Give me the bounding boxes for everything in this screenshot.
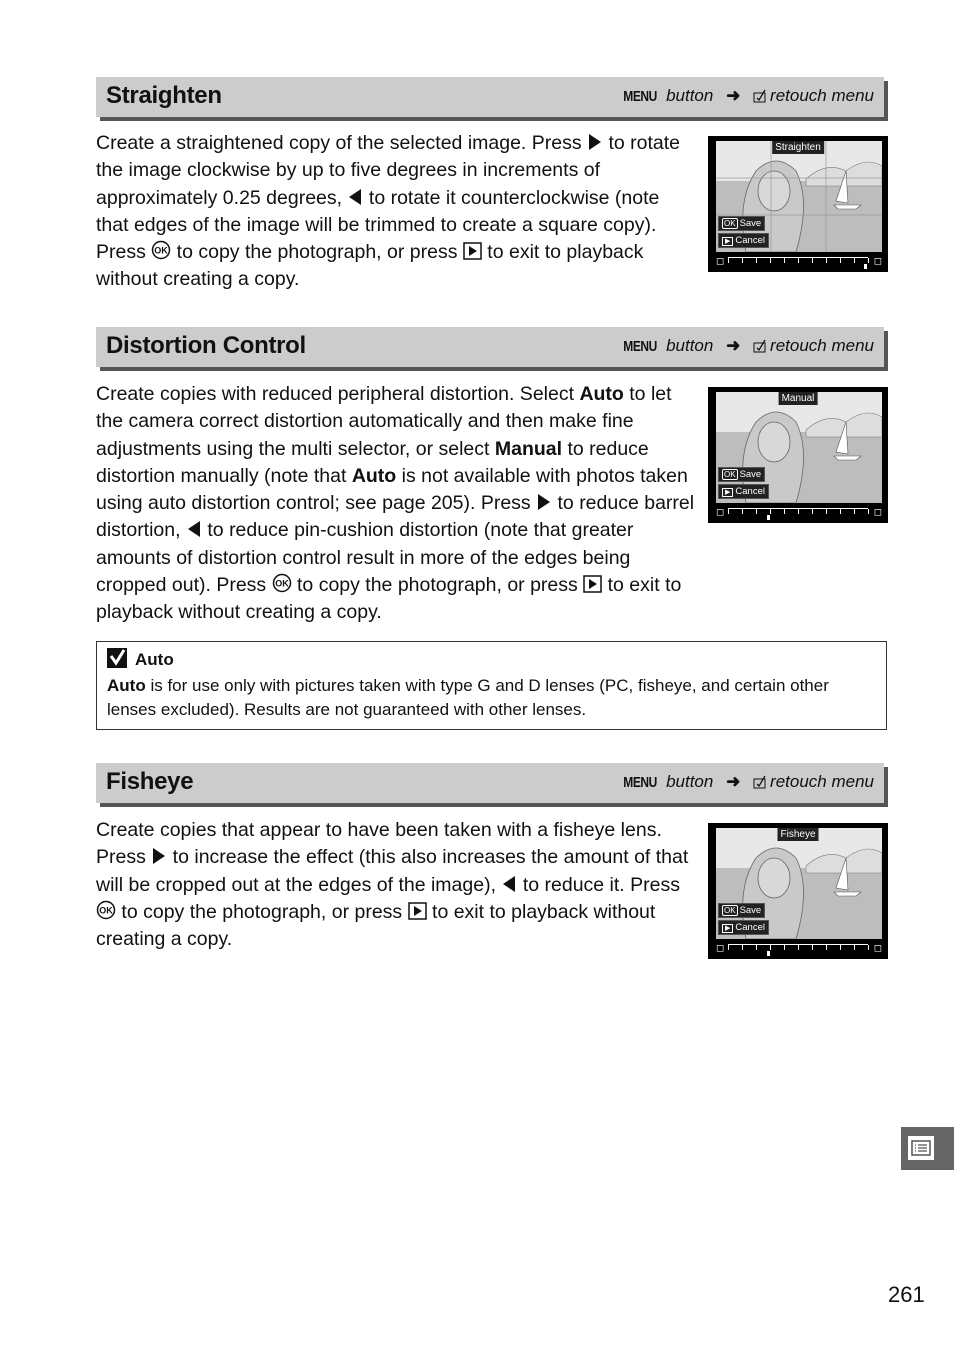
page-number: 261 [888, 1282, 925, 1307]
menu-button-label: MENU [623, 338, 658, 355]
camera-screen-fisheye: Fisheye OK Save ▶ Cancel ◻ ◻ [708, 823, 888, 959]
bold-term: Auto [351, 464, 397, 487]
section-paragraph: Create a straightened copy of the select… [96, 132, 680, 291]
svg-text:OK: OK [155, 246, 169, 256]
slider-indicator [767, 951, 771, 956]
section-header-fisheye: Fisheye MENU button ➜ retouch menu [96, 763, 884, 803]
cancel-option: ▶ Cancel [718, 233, 769, 248]
note-text: Auto is for use only with pictures taken… [107, 676, 829, 719]
ok-button-icon: OK [272, 573, 291, 593]
ok-button-icon: OK [152, 240, 171, 260]
arrow-icon: ➜ [726, 772, 741, 791]
cancel-option: ▶ Cancel [718, 484, 769, 499]
save-label: Save [739, 218, 762, 229]
menu-button-label: MENU [623, 774, 658, 791]
slider-indicator [863, 264, 867, 269]
menu-list-icon [908, 1136, 934, 1160]
bold-term: Auto [579, 383, 624, 405]
right-arrow-icon [589, 134, 602, 150]
playback-button-icon [463, 242, 482, 260]
camera-screen-straighten: Straighten OK Save ▶ Cancel ◻ ◻ [708, 136, 888, 272]
save-option: OK Save [718, 467, 766, 482]
slider-max-icon: ◻ [873, 507, 882, 518]
slider-max-icon: ◻ [873, 943, 882, 954]
save-option: OK Save [718, 216, 766, 231]
menu-button-label: MENU [623, 88, 658, 105]
menu-name: retouch menu [770, 86, 874, 105]
cancel-label: Cancel [735, 235, 765, 246]
left-arrow-icon [187, 521, 200, 538]
note-title: Auto [107, 648, 174, 670]
button-word: button [666, 86, 714, 105]
playback-glyph: ▶ [722, 237, 734, 246]
retouch-menu-icon [753, 775, 766, 789]
section-title: Distortion Control [106, 332, 306, 359]
cancel-label: Cancel [735, 922, 765, 933]
check-note-icon [107, 648, 127, 668]
ok-glyph: OK [722, 469, 738, 480]
slider-max-icon: ◻ [873, 256, 882, 267]
bold-term: Manual [494, 437, 563, 460]
cancel-label: Cancel [735, 486, 765, 497]
section-header-straighten: Straighten MENU button ➜ retouch menu [96, 77, 884, 117]
note-box-auto: Auto Auto is for use only with pictures … [96, 641, 887, 730]
playback-glyph: ▶ [722, 924, 734, 933]
section-header-distortion-control: Distortion Control MENU button ➜ retouch… [96, 327, 884, 367]
playback-button-icon [407, 902, 427, 920]
ok-glyph: OK [722, 905, 738, 916]
slider-indicator [767, 515, 771, 520]
section-title: Fisheye [106, 768, 194, 795]
svg-text:OK: OK [275, 579, 289, 589]
ok-button-icon: OK [96, 900, 116, 920]
ok-glyph: OK [722, 218, 738, 229]
svg-text:OK: OK [99, 905, 113, 915]
right-arrow-icon [538, 494, 551, 511]
playback-glyph: ▶ [722, 488, 734, 497]
button-word: button [666, 336, 714, 355]
menu-name: retouch menu [770, 336, 874, 355]
section-paragraph: Create copies with reduced peripheral di… [96, 383, 695, 624]
adjustment-slider [728, 508, 869, 520]
arrow-icon: ➜ [726, 336, 741, 355]
button-word: button [666, 772, 714, 791]
retouch-menu-icon [753, 89, 766, 103]
screen-mode-label: Manual [778, 392, 818, 405]
playback-button-icon [583, 575, 602, 593]
retouch-menu-icon [753, 339, 766, 353]
slider-min-icon: ◻ [716, 507, 725, 518]
screen-mode-label: Fisheye [777, 828, 819, 841]
menu-path: MENU button ➜ retouch menu [619, 86, 874, 106]
left-arrow-icon [503, 875, 516, 892]
screen-mode-label: Straighten [772, 141, 824, 154]
arrow-icon: ➜ [726, 86, 741, 105]
menu-name: retouch menu [770, 772, 874, 791]
adjustment-slider [728, 944, 869, 956]
menu-path: MENU button ➜ retouch menu [619, 336, 874, 356]
slider-min-icon: ◻ [716, 256, 725, 267]
right-arrow-icon [153, 848, 166, 865]
left-arrow-icon [349, 188, 362, 205]
cancel-option: ▶ Cancel [718, 920, 769, 935]
slider-min-icon: ◻ [716, 943, 725, 954]
retouch-menu-tab[interactable] [901, 1127, 954, 1170]
save-label: Save [739, 905, 762, 916]
adjustment-slider [728, 257, 869, 269]
section-paragraph: Create copies that appear to have been t… [96, 819, 689, 951]
save-option: OK Save [718, 903, 766, 918]
camera-screen-distortion-control: Manual OK Save ▶ Cancel ◻ ◻ [708, 387, 888, 523]
save-label: Save [739, 469, 762, 480]
menu-path: MENU button ➜ retouch menu [619, 772, 874, 792]
section-title: Straighten [106, 82, 222, 109]
